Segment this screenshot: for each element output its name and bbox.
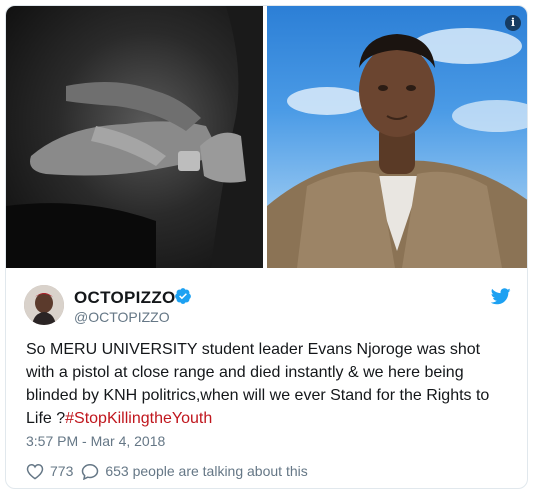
verified-badge-icon	[175, 288, 191, 304]
talking-about-text[interactable]: 653 people are talking about this	[105, 463, 307, 479]
tweet-media[interactable]: i	[6, 6, 527, 268]
display-name[interactable]: OCTOPIZZO	[74, 288, 176, 308]
reply-bubble-icon[interactable]	[81, 463, 99, 480]
hand-photo-graphic	[6, 6, 263, 268]
tweet-actions: 773 653 people are talking about this	[26, 460, 308, 482]
tweet-timestamp[interactable]: 3:57 PM - Mar 4, 2018	[26, 433, 165, 449]
avatar-graphic	[24, 285, 64, 325]
tweet-text: So MERU UNIVERSITY student leader Evans …	[26, 338, 506, 430]
portrait-photo-blue-sky[interactable]: i	[267, 6, 527, 268]
tweet-body: OCTOPIZZO @OCTOPIZZO So MERU UNIVERSITY …	[6, 268, 527, 488]
avatar[interactable]	[24, 285, 64, 325]
info-icon[interactable]: i	[505, 15, 521, 31]
hashtag-link[interactable]: #StopKillingtheYouth	[65, 410, 212, 427]
heart-icon[interactable]	[26, 463, 44, 480]
twitter-bird-icon[interactable]	[491, 288, 511, 305]
user-handle[interactable]: @OCTOPIZZO	[74, 309, 170, 325]
black-and-white-hand-photo[interactable]	[6, 6, 263, 268]
like-count[interactable]: 773	[50, 463, 73, 479]
tweet-card: i OCTOPIZZO @OCTOPIZZO So MERU UNIVERSIT…	[5, 5, 528, 489]
portrait-graphic	[267, 28, 527, 268]
